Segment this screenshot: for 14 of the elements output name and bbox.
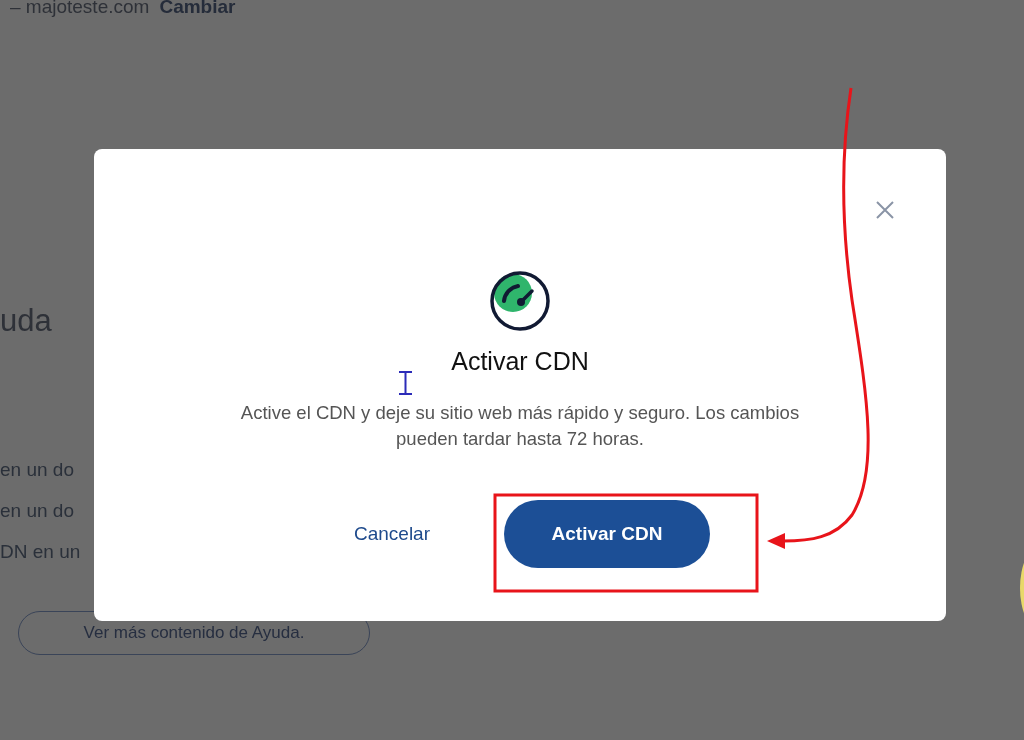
text-cursor-icon: [398, 371, 413, 395]
section-heading: uda: [0, 303, 52, 339]
close-button[interactable]: [874, 199, 896, 221]
cancel-button[interactable]: Cancelar: [349, 519, 434, 549]
close-icon: [875, 200, 895, 220]
help-link[interactable]: en un do: [0, 500, 74, 522]
activate-cdn-button[interactable]: Activar CDN: [504, 500, 710, 568]
site-domain: – majoteste.com: [10, 0, 150, 18]
help-link[interactable]: en un do: [0, 459, 74, 481]
help-link[interactable]: DN en un: [0, 541, 81, 563]
dialog-message: Active el CDN y deje su sitio web más rápido y seguro. Los cambios pueden tardar hasta 72 horas.: [239, 401, 801, 451]
change-link[interactable]: Cambiar: [159, 0, 236, 18]
speedometer-icon: [488, 269, 552, 333]
dialog-title: Activar CDN: [451, 347, 589, 376]
